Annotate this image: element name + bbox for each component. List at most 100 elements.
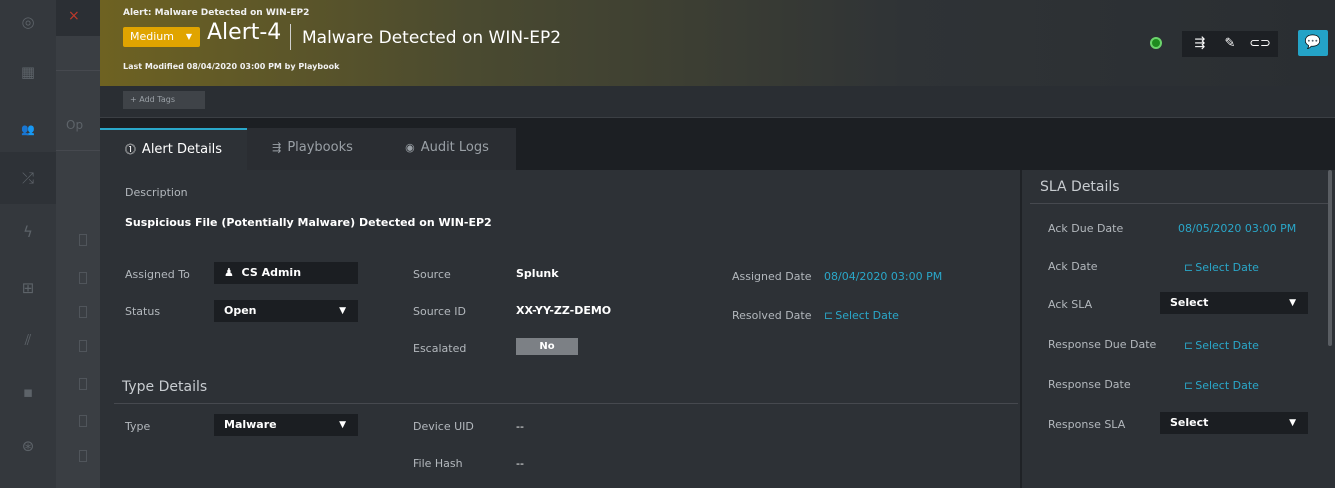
- divider: [56, 150, 100, 151]
- response-date-picker[interactable]: ⊏ Select Date: [1184, 379, 1259, 392]
- tab-label: Playbooks: [287, 140, 353, 155]
- checkbox[interactable]: [79, 378, 87, 390]
- tab-audit-logs[interactable]: ◉ Audit Logs: [378, 128, 516, 170]
- assigned-date-label: Assigned Date: [732, 270, 812, 283]
- alert-header: Alert: Malware Detected on WIN-EP2 Mediu…: [100, 0, 1335, 86]
- source-value: Splunk: [516, 267, 559, 280]
- status-value: Open: [224, 304, 257, 317]
- type-details-title: Type Details: [122, 379, 208, 395]
- divider: [290, 24, 291, 50]
- severity-label: Medium: [130, 30, 174, 43]
- source-id-label: Source ID: [413, 305, 466, 318]
- device-uid-value: --: [516, 420, 524, 433]
- playbook-icon: ⇶: [272, 141, 282, 154]
- response-date-label: Response Date: [1048, 378, 1131, 391]
- ack-due-value: 08/05/2020 03:00 PM: [1178, 222, 1297, 235]
- ack-date-value: Select Date: [1195, 261, 1259, 274]
- apps-icon[interactable]: ▪: [18, 382, 38, 402]
- checkbox[interactable]: [79, 450, 87, 462]
- divider: [114, 403, 1018, 404]
- source-label: Source: [413, 268, 451, 281]
- description-text: Suspicious File (Potentially Malware) De…: [125, 216, 492, 229]
- bolt-icon[interactable]: ϟ: [18, 222, 38, 242]
- people-icon[interactable]: 👥: [18, 120, 38, 140]
- tag-bar: + Add Tags: [100, 86, 1335, 118]
- sla-details-panel: SLA Details Ack Due Date 08/05/2020 03:0…: [1020, 170, 1332, 488]
- response-sla-value: Select: [1170, 416, 1209, 429]
- alert-name: Malware Detected on WIN-EP2: [302, 28, 562, 48]
- assigned-to-label: Assigned To: [125, 268, 190, 281]
- app-window: ◎ ▦ 👥 ⤮ ϟ ⊞ ⫽ ▪ ⊛ × Op Alert: Malware De…: [0, 0, 1335, 488]
- chevron-down-icon: ▼: [339, 420, 346, 430]
- shuffle-icon[interactable]: ⤮: [18, 168, 38, 188]
- tab-label: Audit Logs: [420, 140, 489, 155]
- divider: [56, 70, 100, 71]
- alert-modal: Alert: Malware Detected on WIN-EP2 Mediu…: [100, 0, 1335, 488]
- alert-details-panel: Description Suspicious File (Potentially…: [100, 170, 1018, 488]
- description-label: Description: [125, 186, 188, 199]
- info-icon: ⓵: [124, 143, 136, 156]
- last-modified: Last Modified 08/04/2020 03:00 PM by Pla…: [123, 62, 340, 71]
- tab-playbooks[interactable]: ⇶ Playbooks: [247, 128, 378, 170]
- ack-due-label: Ack Due Date: [1048, 222, 1124, 235]
- assigned-to-field[interactable]: ♟ CS Admin: [214, 262, 358, 284]
- playbook-button[interactable]: ⇶: [1186, 31, 1214, 57]
- response-sla-label: Response SLA: [1048, 418, 1126, 431]
- grid-icon[interactable]: ▦: [18, 62, 38, 82]
- source-id-value: XX-YY-ZZ-DEMO: [516, 304, 612, 317]
- gear-icon[interactable]: ◎: [18, 12, 38, 32]
- alert-id: Alert-4: [207, 20, 282, 45]
- chart-icon[interactable]: ⫽: [18, 330, 38, 350]
- add-tags-button[interactable]: + Add Tags: [123, 91, 205, 109]
- settings-icon[interactable]: ⊛: [18, 436, 38, 456]
- background-text: Op: [66, 118, 84, 132]
- resolved-date-picker[interactable]: ⊏ Select Date: [824, 309, 899, 322]
- escalated-toggle[interactable]: No: [516, 338, 578, 355]
- close-icon[interactable]: ×: [56, 0, 100, 36]
- eye-icon: ◉: [405, 141, 415, 154]
- status-label: Status: [125, 305, 161, 318]
- response-due-value: Select Date: [1195, 339, 1259, 352]
- tab-label: Alert Details: [141, 142, 223, 157]
- calendar-icon: ⊏: [1184, 261, 1194, 274]
- checkbox[interactable]: [79, 272, 87, 284]
- file-hash-value: --: [516, 457, 524, 470]
- type-dropdown[interactable]: Malware ▼: [214, 414, 358, 436]
- checkbox[interactable]: [79, 234, 87, 246]
- chevron-down-icon: ▼: [185, 32, 192, 41]
- chevron-down-icon: ▼: [339, 306, 346, 316]
- status-dropdown[interactable]: Open ▼: [214, 300, 358, 322]
- ack-sla-label: Ack SLA: [1048, 298, 1093, 311]
- scrollbar[interactable]: [1328, 170, 1332, 346]
- ack-date-picker[interactable]: ⊏ Select Date: [1184, 261, 1259, 274]
- edit-button[interactable]: ✎: [1216, 31, 1244, 57]
- checkbox[interactable]: [79, 306, 87, 318]
- severity-dropdown[interactable]: Medium ▼: [123, 27, 200, 47]
- chevron-down-icon: ▼: [1289, 298, 1296, 308]
- ack-sla-dropdown[interactable]: Select ▼: [1160, 292, 1308, 314]
- tab-bar: ⓵ Alert Details ⇶ Playbooks ◉ Audit Logs: [100, 118, 1335, 170]
- type-label: Type: [125, 420, 151, 433]
- status-indicator-icon: [1150, 37, 1162, 49]
- assigned-date-value[interactable]: 08/04/2020 03:00 PM: [824, 270, 942, 283]
- assigned-to-value: CS Admin: [241, 266, 302, 279]
- resolved-date-value: Select Date: [835, 309, 899, 322]
- background-panel: × Op: [56, 0, 100, 488]
- left-nav: ◎ ▦ 👥 ⤮ ϟ ⊞ ⫽ ▪ ⊛: [0, 0, 56, 488]
- response-sla-dropdown[interactable]: Select ▼: [1160, 412, 1308, 434]
- ack-date-label: Ack Date: [1048, 260, 1098, 273]
- chat-button[interactable]: 💬: [1298, 30, 1328, 56]
- tab-alert-details[interactable]: ⓵ Alert Details: [100, 128, 247, 170]
- escalated-label: Escalated: [413, 342, 467, 355]
- resolved-date-label: Resolved Date: [732, 309, 812, 322]
- checkbox[interactable]: [79, 340, 87, 352]
- briefcase-icon[interactable]: ⊞: [18, 278, 38, 298]
- sla-title: SLA Details: [1040, 179, 1120, 195]
- divider: [1030, 203, 1332, 204]
- checkbox[interactable]: [79, 415, 87, 427]
- details-content: Description Suspicious File (Potentially…: [100, 170, 1335, 488]
- chevron-down-icon: ▼: [1289, 418, 1296, 428]
- response-date-value: Select Date: [1195, 379, 1259, 392]
- link-button[interactable]: ⊂⊃: [1246, 31, 1274, 57]
- response-due-picker[interactable]: ⊏ Select Date: [1184, 339, 1259, 352]
